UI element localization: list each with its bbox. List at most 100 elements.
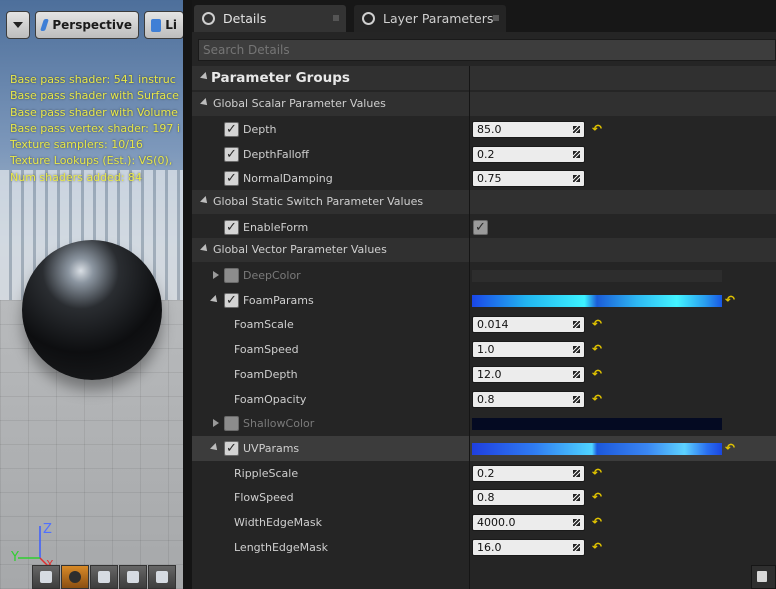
reset-arrow-icon[interactable]: ↶ <box>592 123 602 135</box>
panel-splitter[interactable] <box>183 0 192 589</box>
param-label: LengthEdgeMask <box>234 541 328 554</box>
value-field[interactable]: 0.75 <box>472 170 585 187</box>
reset-arrow-icon[interactable]: ↶ <box>592 516 602 528</box>
expand-arrow-icon[interactable] <box>213 419 219 427</box>
drag-handle-icon[interactable] <box>573 519 580 526</box>
save-button[interactable] <box>751 565 776 589</box>
value-field[interactable]: 16.0 <box>472 539 585 556</box>
plane-preview-button[interactable] <box>90 565 118 589</box>
shader-stats: Base pass shader: 541 instruc Base pass … <box>10 72 188 186</box>
lit-cube-icon <box>151 18 162 32</box>
stat-line: Base pass shader with Volume <box>10 105 178 119</box>
search-input[interactable] <box>198 39 776 61</box>
value-field[interactable]: 1.0 <box>472 341 585 358</box>
drag-handle-icon[interactable] <box>573 371 580 378</box>
param-row-uv-params: ✓ UVParams ↶ <box>192 436 776 461</box>
color-swatch[interactable] <box>472 270 722 282</box>
reset-arrow-icon[interactable]: ↶ <box>592 541 602 553</box>
param-label: FoamSpeed <box>234 343 299 356</box>
override-checkbox[interactable]: ✓ <box>224 122 239 137</box>
param-row-deep-color: DeepColor <box>192 263 776 288</box>
expand-arrow-icon[interactable] <box>213 271 219 279</box>
value-field[interactable]: 0.2 <box>472 146 585 163</box>
override-checkbox[interactable]: ✓ <box>224 220 239 235</box>
tab-details[interactable]: Details <box>194 5 346 32</box>
reset-arrow-icon[interactable]: ↶ <box>592 491 602 503</box>
tab-layer-parameters[interactable]: Layer Parameters <box>354 5 506 32</box>
value-field[interactable]: 0.014 <box>472 316 585 333</box>
perspective-button[interactable]: Perspective <box>35 11 139 39</box>
value-field[interactable]: 4000.0 <box>472 514 585 531</box>
drag-handle-icon[interactable] <box>573 346 580 353</box>
value-text: 16.0 <box>477 541 502 554</box>
override-checkbox[interactable] <box>224 416 239 431</box>
color-swatch[interactable] <box>472 418 722 430</box>
drag-handle-icon[interactable] <box>573 494 580 501</box>
override-checkbox[interactable]: ✓ <box>224 441 239 456</box>
value-text: 0.75 <box>477 172 502 185</box>
collapse-arrow-icon[interactable] <box>200 244 210 254</box>
column-splitter[interactable] <box>469 66 470 589</box>
param-row-foam-scale: FoamScale 0.014 ↶ <box>192 312 776 337</box>
reset-arrow-icon[interactable]: ↶ <box>592 368 602 380</box>
override-checkbox[interactable]: ✓ <box>224 293 239 308</box>
reset-arrow-icon[interactable]: ↶ <box>592 343 602 355</box>
param-row-foam-speed: FoamSpeed 1.0 ↶ <box>192 337 776 362</box>
material-preview-viewport[interactable]: Perspective Li Base pass shader: 541 ins… <box>0 0 188 589</box>
drag-handle-icon[interactable] <box>573 175 580 182</box>
collapse-arrow-icon[interactable] <box>200 98 210 108</box>
close-icon[interactable] <box>333 15 339 21</box>
drag-handle-icon[interactable] <box>573 126 580 133</box>
drag-handle-icon[interactable] <box>573 396 580 403</box>
details-icon <box>202 12 215 25</box>
collapse-arrow-icon[interactable] <box>210 295 220 305</box>
perspective-label: Perspective <box>52 18 132 32</box>
drag-handle-icon[interactable] <box>573 544 580 551</box>
value-text: 4000.0 <box>477 516 516 529</box>
param-label: FoamOpacity <box>234 393 307 406</box>
override-checkbox[interactable] <box>224 268 239 283</box>
reset-arrow-icon[interactable]: ↶ <box>725 294 735 306</box>
collapse-arrow-icon[interactable] <box>200 196 210 206</box>
reset-arrow-icon[interactable]: ↶ <box>592 467 602 479</box>
value-field[interactable]: 12.0 <box>472 366 585 383</box>
drag-handle-icon[interactable] <box>573 470 580 477</box>
cube-preview-button[interactable] <box>119 565 147 589</box>
teapot-preview-button[interactable] <box>148 565 176 589</box>
cube-icon <box>127 571 139 583</box>
value-field[interactable]: 0.8 <box>472 391 585 408</box>
reset-arrow-icon[interactable]: ↶ <box>592 393 602 405</box>
param-label: FoamScale <box>234 318 294 331</box>
collapse-arrow-icon[interactable] <box>200 72 210 82</box>
sphere-preview-button[interactable] <box>61 565 89 589</box>
enable-form-value-checkbox[interactable]: ✓ <box>473 220 488 235</box>
viewport-options-button[interactable] <box>6 11 30 39</box>
parameter-groups-header[interactable]: Parameter Groups <box>192 66 776 90</box>
group-vector-parameters[interactable]: Global Vector Parameter Values <box>192 238 776 262</box>
stat-line: Base pass shader: 541 instruc <box>10 73 176 86</box>
close-icon[interactable] <box>493 15 499 21</box>
cylinder-preview-button[interactable] <box>32 565 60 589</box>
reset-arrow-icon[interactable]: ↶ <box>725 442 735 454</box>
override-checkbox[interactable]: ✓ <box>224 171 239 186</box>
reset-arrow-icon[interactable]: ↶ <box>592 318 602 330</box>
value-field[interactable]: 0.2 <box>472 465 585 482</box>
param-row-foam-opacity: FoamOpacity 0.8 ↶ <box>192 387 776 412</box>
drag-handle-icon[interactable] <box>573 321 580 328</box>
plane-icon <box>98 571 110 583</box>
group-scalar-parameters[interactable]: Global Scalar Parameter Values <box>192 92 776 116</box>
group-static-switch-parameters[interactable]: Global Static Switch Parameter Values <box>192 190 776 214</box>
value-text: 0.8 <box>477 393 495 406</box>
drag-handle-icon[interactable] <box>573 151 580 158</box>
override-checkbox[interactable]: ✓ <box>224 147 239 162</box>
collapse-arrow-icon[interactable] <box>210 443 220 453</box>
stat-line: Texture Lookups (Est.): VS(0), <box>10 154 173 168</box>
color-swatch[interactable] <box>472 295 722 307</box>
param-row-foam-params: ✓ FoamParams ↶ <box>192 288 776 313</box>
lit-mode-button[interactable]: Li <box>144 11 184 39</box>
value-field[interactable]: 85.0 <box>472 121 585 138</box>
value-field[interactable]: 0.8 <box>472 489 585 506</box>
color-swatch[interactable] <box>472 443 722 455</box>
layer-parameters-icon <box>362 12 375 25</box>
param-label: NormalDamping <box>243 172 333 185</box>
